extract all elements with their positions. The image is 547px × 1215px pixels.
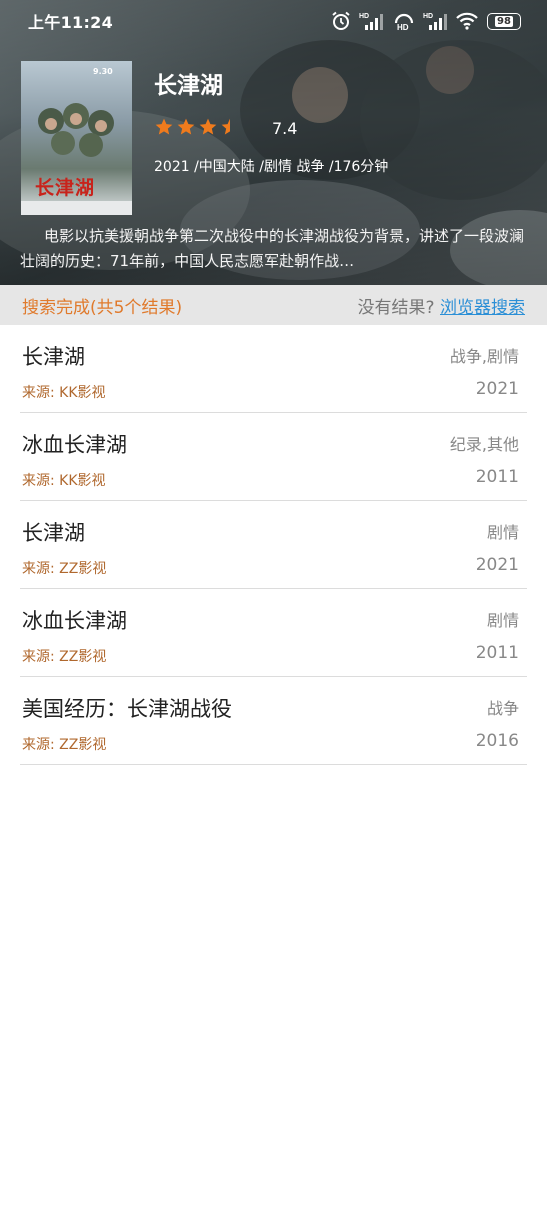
movie-header: 上午11:24 HD HD HD 98 9.30 长津湖 长津湖 7.4 202… [0,0,547,285]
browser-search-link[interactable]: 浏览器搜索 [440,298,525,318]
star-full-icon [177,118,195,135]
rating-stars [154,117,240,137]
result-item[interactable]: 美国经历：长津湖战役 战争来源: ZZ影视 2016 [20,677,527,765]
movie-title: 长津湖 [154,73,223,99]
movie-meta: 2021 /中国大陆 /剧情 战争 /176分钟 [154,159,389,175]
result-year: 2011 [475,467,519,487]
poster-date: 9.30 [93,67,113,76]
alarm-icon [332,11,350,30]
movie-synopsis[interactable]: 电影以抗美援朝战争第二次战役中的长津湖战役为背景，讲述了一段波澜壮阔的历史：71… [20,224,528,274]
status-bar: 上午11:24 HD HD HD 98 [0,0,547,42]
search-status-bar: 搜索完成(共5个结果) 没有结果? 浏览器搜索 [0,285,547,325]
poster-footer [21,201,132,215]
result-list: 长津湖 战争,剧情 来源: KK影视 2021 冰血长津湖 纪录,其他 来源: KK影视 20… [20,325,527,765]
result-item[interactable]: 长津湖 剧情来源: ZZ影视 2021 [20,501,527,589]
result-year: 2021 [475,555,519,575]
signal-icon: HD [423,13,447,30]
result-genre: 战争,剧情 [449,347,519,366]
result-title: 冰血长津湖 [22,609,127,633]
rating-score: 7.4 [272,119,298,138]
svg-text:HD: HD [397,23,409,31]
result-title: 美国经历：长津湖战役 [22,697,232,721]
result-year: 2011 [475,643,519,663]
result-item[interactable]: 冰血长津湖 纪录,其他来源: KK影视 2011 [20,413,527,501]
result-title: 长津湖 [22,521,85,545]
battery-level: 98 [495,15,513,27]
status-icons: HD HD HD 98 [331,11,521,31]
no-result-prompt: 没有结果? 浏览器搜索 [358,293,525,318]
result-year: 2021 [475,379,519,399]
headset-hd-icon: HD [394,13,414,31]
result-source: 来源: KK影视 [22,473,106,489]
result-genre: 剧情 [486,523,519,542]
result-year: 2016 [475,731,519,751]
result-title: 冰血长津湖 [22,433,127,457]
result-source: 来源: KK影视 [22,385,106,401]
star-full-icon [155,118,173,135]
no-result-text: 没有结果? [357,297,440,318]
result-genre: 纪录,其他 [449,435,519,454]
signal-hd-icon: HD [359,13,383,30]
poster-title: 长津湖 [35,177,96,199]
battery-icon: 98 [487,12,521,30]
search-complete-text: 搜索完成(共5个结果) [22,297,183,318]
star-full-icon [199,118,217,135]
result-source: 来源: ZZ影视 [22,561,107,577]
result-title: 长津湖 [22,345,85,369]
wifi-icon [456,12,478,30]
star-half-icon [221,118,230,135]
movie-poster[interactable]: 9.30 长津湖 [21,61,132,215]
result-item[interactable]: 长津湖 战争,剧情来源: KK影视 2021 [20,325,527,413]
result-source: 来源: ZZ影视 [22,737,107,753]
status-time: 上午11:24 [28,13,114,32]
svg-text:HD: HD [359,13,369,20]
result-genre: 剧情 [486,611,519,630]
svg-text:HD: HD [423,13,433,20]
result-genre: 战争 [486,699,519,718]
result-item[interactable]: 冰血长津湖 剧情来源: ZZ影视 2011 [20,589,527,677]
result-source: 来源: ZZ影视 [22,649,107,665]
